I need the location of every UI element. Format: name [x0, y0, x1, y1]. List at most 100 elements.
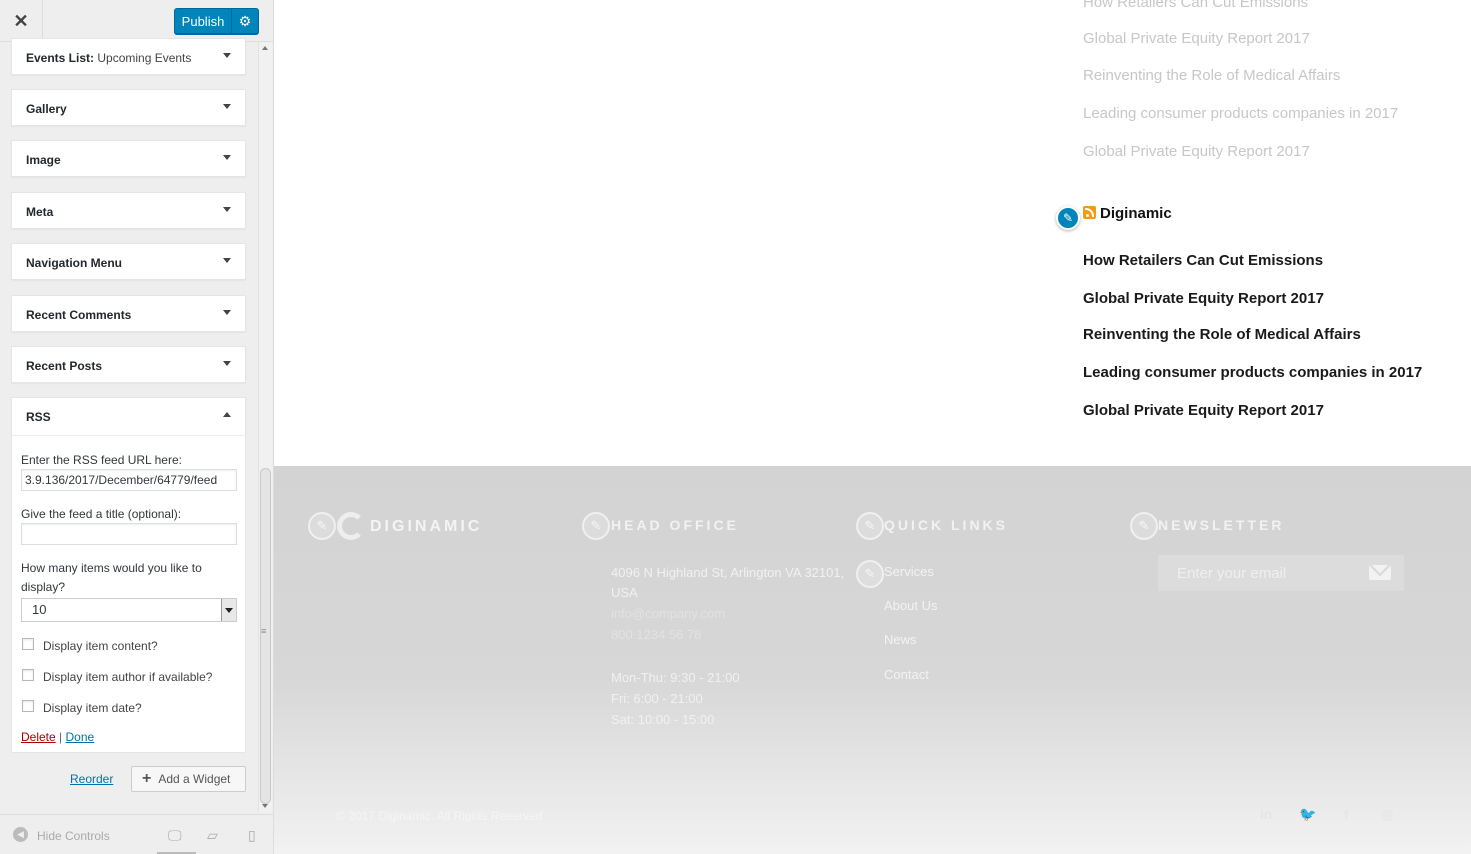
site-preview: How Retailers Can Cut Emissions Global P…: [274, 0, 1471, 854]
widget-title: Meta: [26, 205, 54, 219]
rss-item-link[interactable]: Reinventing the Role of Medical Affairs: [1083, 326, 1361, 343]
phone-text: 800 1234 56 78: [611, 627, 702, 642]
chevron-down-icon[interactable]: [223, 207, 231, 212]
widget-title: Image: [26, 153, 61, 167]
display-author-label: Display item author if available?: [43, 670, 213, 684]
widget-image[interactable]: Image: [11, 140, 246, 177]
done-link[interactable]: Done: [66, 730, 95, 744]
quick-link[interactable]: Services: [884, 564, 934, 579]
display-date-label: Display item date?: [43, 701, 142, 715]
edit-pencil-icon[interactable]: ✎: [1130, 512, 1158, 540]
chevron-down-icon[interactable]: [223, 104, 231, 109]
scrollbar-thumb[interactable]: [260, 468, 271, 804]
rss-item-link[interactable]: How Retailers Can Cut Emissions: [1083, 252, 1323, 269]
chevron-up-icon[interactable]: [223, 412, 231, 417]
gear-icon[interactable]: ⚙: [231, 8, 259, 34]
desktop-icon[interactable]: 🖵: [168, 827, 182, 844]
rss-item-link[interactable]: Leading consumer products companies in 2…: [1083, 364, 1422, 381]
widget-gallery[interactable]: Gallery: [11, 89, 246, 126]
scroll-down-icon[interactable]: [262, 804, 268, 808]
rss-url-input[interactable]: [21, 469, 237, 491]
chevron-down-icon[interactable]: [223, 258, 231, 263]
quick-links-heading: QUICK LINKS: [884, 517, 1008, 533]
delete-link[interactable]: Delete: [21, 730, 56, 744]
display-content-checkbox[interactable]: [22, 638, 34, 650]
scroll-grip-icon: ≡: [261, 626, 267, 636]
edit-pencil-icon[interactable]: ✎: [856, 560, 884, 588]
widget-title: Navigation Menu: [26, 256, 123, 270]
customizer-header: ✕ Publish ⚙: [0, 0, 273, 42]
edit-pencil-icon[interactable]: ✎: [308, 512, 336, 540]
widget-title: Gallery: [26, 102, 67, 116]
rss-icon[interactable]: [1083, 206, 1096, 219]
display-date-checkbox[interactable]: [22, 700, 34, 712]
chevron-down-icon[interactable]: [221, 599, 236, 621]
linkedin-icon[interactable]: in: [1260, 806, 1272, 822]
rss-title-input[interactable]: [21, 523, 237, 545]
hours-line: Sat: 10:00 - 15:00: [611, 712, 715, 727]
widget-title: Events List: Upcoming Events: [26, 51, 192, 65]
rss-title-label: Give the feed a title (optional):: [21, 507, 182, 521]
head-office-heading: HEAD OFFICE: [611, 517, 739, 533]
rss-count-label: How many items would you like to display…: [21, 561, 202, 594]
widget-actions: Delete | Done: [21, 730, 94, 744]
add-widget-button[interactable]: + Add a Widget: [131, 766, 246, 792]
widget-recent-posts[interactable]: Recent Posts: [11, 346, 246, 383]
address-line: 4096 N Highland St, Arlington VA 32101,: [611, 565, 845, 580]
footer-logo-text: DIGINAMIC: [370, 518, 483, 535]
plus-icon: +: [142, 770, 152, 787]
widget-events-list[interactable]: Events List: Upcoming Events: [11, 38, 246, 75]
widget-meta[interactable]: Meta: [11, 192, 246, 229]
site-footer: ✎ DIGINAMIC ✎ HEAD OFFICE 4096 N Highlan…: [274, 466, 1471, 854]
quick-link[interactable]: Contact: [884, 667, 929, 682]
widget-title: Recent Posts: [26, 359, 103, 373]
mobile-icon[interactable]: ▯: [248, 827, 256, 844]
edit-pencil-icon[interactable]: ✎: [1056, 206, 1080, 230]
add-widget-label: Add a Widget: [158, 772, 231, 786]
post-link[interactable]: Global Private Equity Report 2017: [1083, 143, 1310, 160]
arrow-left-icon[interactable]: ◀: [13, 827, 28, 842]
tablet-icon[interactable]: ▱: [207, 827, 218, 844]
newsletter-email-input[interactable]: [1158, 555, 1404, 591]
widget-recent-comments[interactable]: Recent Comments: [11, 295, 246, 332]
sidebar-scrollbar[interactable]: ≡: [258, 42, 272, 812]
edit-pencil-icon[interactable]: ✎: [856, 512, 884, 540]
scroll-up-icon[interactable]: [262, 46, 268, 50]
copyright-text: © 2017 Diginamic. All Rights Reserved: [336, 809, 543, 823]
post-link[interactable]: How Retailers Can Cut Emissions: [1083, 0, 1308, 11]
chevron-down-icon[interactable]: [223, 361, 231, 366]
facebook-icon[interactable]: f: [1344, 806, 1349, 822]
email-link[interactable]: info@company.com: [611, 603, 725, 624]
envelope-icon[interactable]: [1369, 565, 1391, 580]
customizer-sidebar: ✕ Publish ⚙ Events List: Upcoming Events…: [0, 0, 274, 854]
widget-title: RSS: [26, 410, 51, 424]
chevron-down-icon[interactable]: [223, 53, 231, 58]
close-icon[interactable]: ✕: [0, 0, 43, 42]
rss-item-link[interactable]: Global Private Equity Report 2017: [1083, 290, 1324, 307]
rss-count-value: 10: [32, 602, 47, 617]
post-link[interactable]: Leading consumer products companies in 2…: [1083, 105, 1398, 122]
customizer-footer: ◀ Hide Controls 🖵 ▱ ▯: [0, 814, 273, 854]
quick-link[interactable]: News: [884, 632, 917, 647]
edit-pencil-icon[interactable]: ✎: [582, 512, 610, 540]
rss-item-link[interactable]: Global Private Equity Report 2017: [1083, 402, 1324, 419]
address-line: USA: [611, 585, 638, 600]
quick-link[interactable]: About Us: [884, 598, 937, 613]
rss-widget-title[interactable]: Diginamic: [1100, 205, 1172, 222]
widget-rss[interactable]: RSS: [11, 397, 246, 436]
chevron-down-icon[interactable]: [223, 155, 231, 160]
twitter-icon[interactable]: 🐦: [1299, 806, 1316, 823]
post-link[interactable]: Reinventing the Role of Medical Affairs: [1083, 67, 1340, 84]
action-separator: |: [59, 730, 63, 744]
hours-line: Fri: 6:00 - 21:00: [611, 691, 703, 706]
reorder-link[interactable]: Reorder: [70, 772, 113, 786]
chevron-down-icon[interactable]: [223, 310, 231, 315]
hide-controls-button[interactable]: Hide Controls: [37, 829, 110, 843]
instagram-icon[interactable]: ◎: [1381, 806, 1393, 823]
rss-count-select[interactable]: 10: [21, 598, 237, 622]
rss-url-label: Enter the RSS feed URL here:: [21, 453, 182, 467]
widget-navigation-menu[interactable]: Navigation Menu: [11, 243, 246, 280]
display-author-checkbox[interactable]: [22, 669, 34, 681]
publish-button[interactable]: Publish: [174, 8, 232, 34]
post-link[interactable]: Global Private Equity Report 2017: [1083, 30, 1310, 47]
